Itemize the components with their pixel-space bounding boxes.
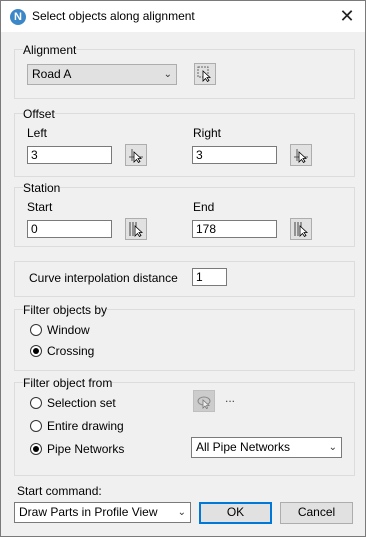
close-button[interactable]: ✕ [335,5,359,27]
ok-button[interactable]: OK [199,502,272,524]
station-end-input[interactable]: 178 [192,220,277,238]
lasso-select-icon [197,396,211,409]
offset-left-label: Left [27,126,48,140]
crossing-radio-label[interactable]: Crossing [47,344,94,358]
app-logo-icon: N [10,9,26,25]
window-radio-label[interactable]: Window [47,323,90,337]
window-title: Select objects along alignment [32,9,195,23]
offset-right-label: Right [193,126,222,140]
station-group-label: Station [23,181,61,195]
pointer-pick-icon [197,66,212,82]
station-start-label: Start [27,200,53,214]
selection-set-radio[interactable] [30,397,42,409]
pipe-networks-radio[interactable] [30,443,42,455]
filter-from-group-label: Filter object from [23,376,113,390]
offset-left-pick-button[interactable] [125,144,147,166]
title-bar: N Select objects along alignment ✕ [1,1,365,32]
start-command-label: Start command: [17,484,102,498]
entire-drawing-label[interactable]: Entire drawing [47,419,124,433]
alignment-pick-button[interactable] [194,63,216,85]
select-objects-dialog: N Select objects along alignment ✕ Align… [0,0,366,537]
start-command-select-value: Draw Parts in Profile View [19,505,158,519]
pointer-pick-icon [294,149,308,163]
alignment-select-value: Road A [32,67,72,81]
cancel-button[interactable]: Cancel [280,502,353,524]
filter-by-group [14,309,355,371]
station-end-label: End [193,200,215,214]
alignment-group-label: Alignment [23,43,77,57]
lasso-select-button[interactable] [193,390,215,412]
curve-interpolation-label: Curve interpolation distance [29,271,178,285]
offset-group-label: Offset [23,107,55,121]
crossing-radio[interactable] [30,345,42,357]
pipe-network-select[interactable]: All Pipe Networks ⌄ [191,437,342,458]
pointer-pick-icon [129,149,143,163]
station-pick-icon [294,222,309,237]
pipe-networks-label[interactable]: Pipe Networks [47,442,124,456]
station-end-pick-button[interactable] [290,218,312,240]
pipe-network-select-value: All Pipe Networks [196,440,291,454]
curve-interpolation-input[interactable]: 1 [192,268,227,286]
station-start-pick-button[interactable] [125,218,147,240]
entire-drawing-radio[interactable] [30,420,42,432]
station-start-input[interactable]: 0 [27,220,112,238]
chevron-down-icon: ⌄ [177,507,186,518]
start-command-select[interactable]: Draw Parts in Profile View ⌄ [14,502,191,523]
station-pick-icon [129,222,144,237]
chevron-down-icon: ⌄ [328,442,337,453]
offset-right-pick-button[interactable] [290,144,312,166]
window-radio[interactable] [30,324,42,336]
filter-by-group-label: Filter objects by [23,303,108,317]
selection-ellipsis: ... [225,391,236,405]
selection-set-label[interactable]: Selection set [47,396,116,410]
alignment-select[interactable]: Road A ⌄ [27,64,177,85]
offset-left-input[interactable]: 3 [27,146,112,164]
offset-right-input[interactable]: 3 [192,146,277,164]
chevron-down-icon: ⌄ [163,69,172,80]
